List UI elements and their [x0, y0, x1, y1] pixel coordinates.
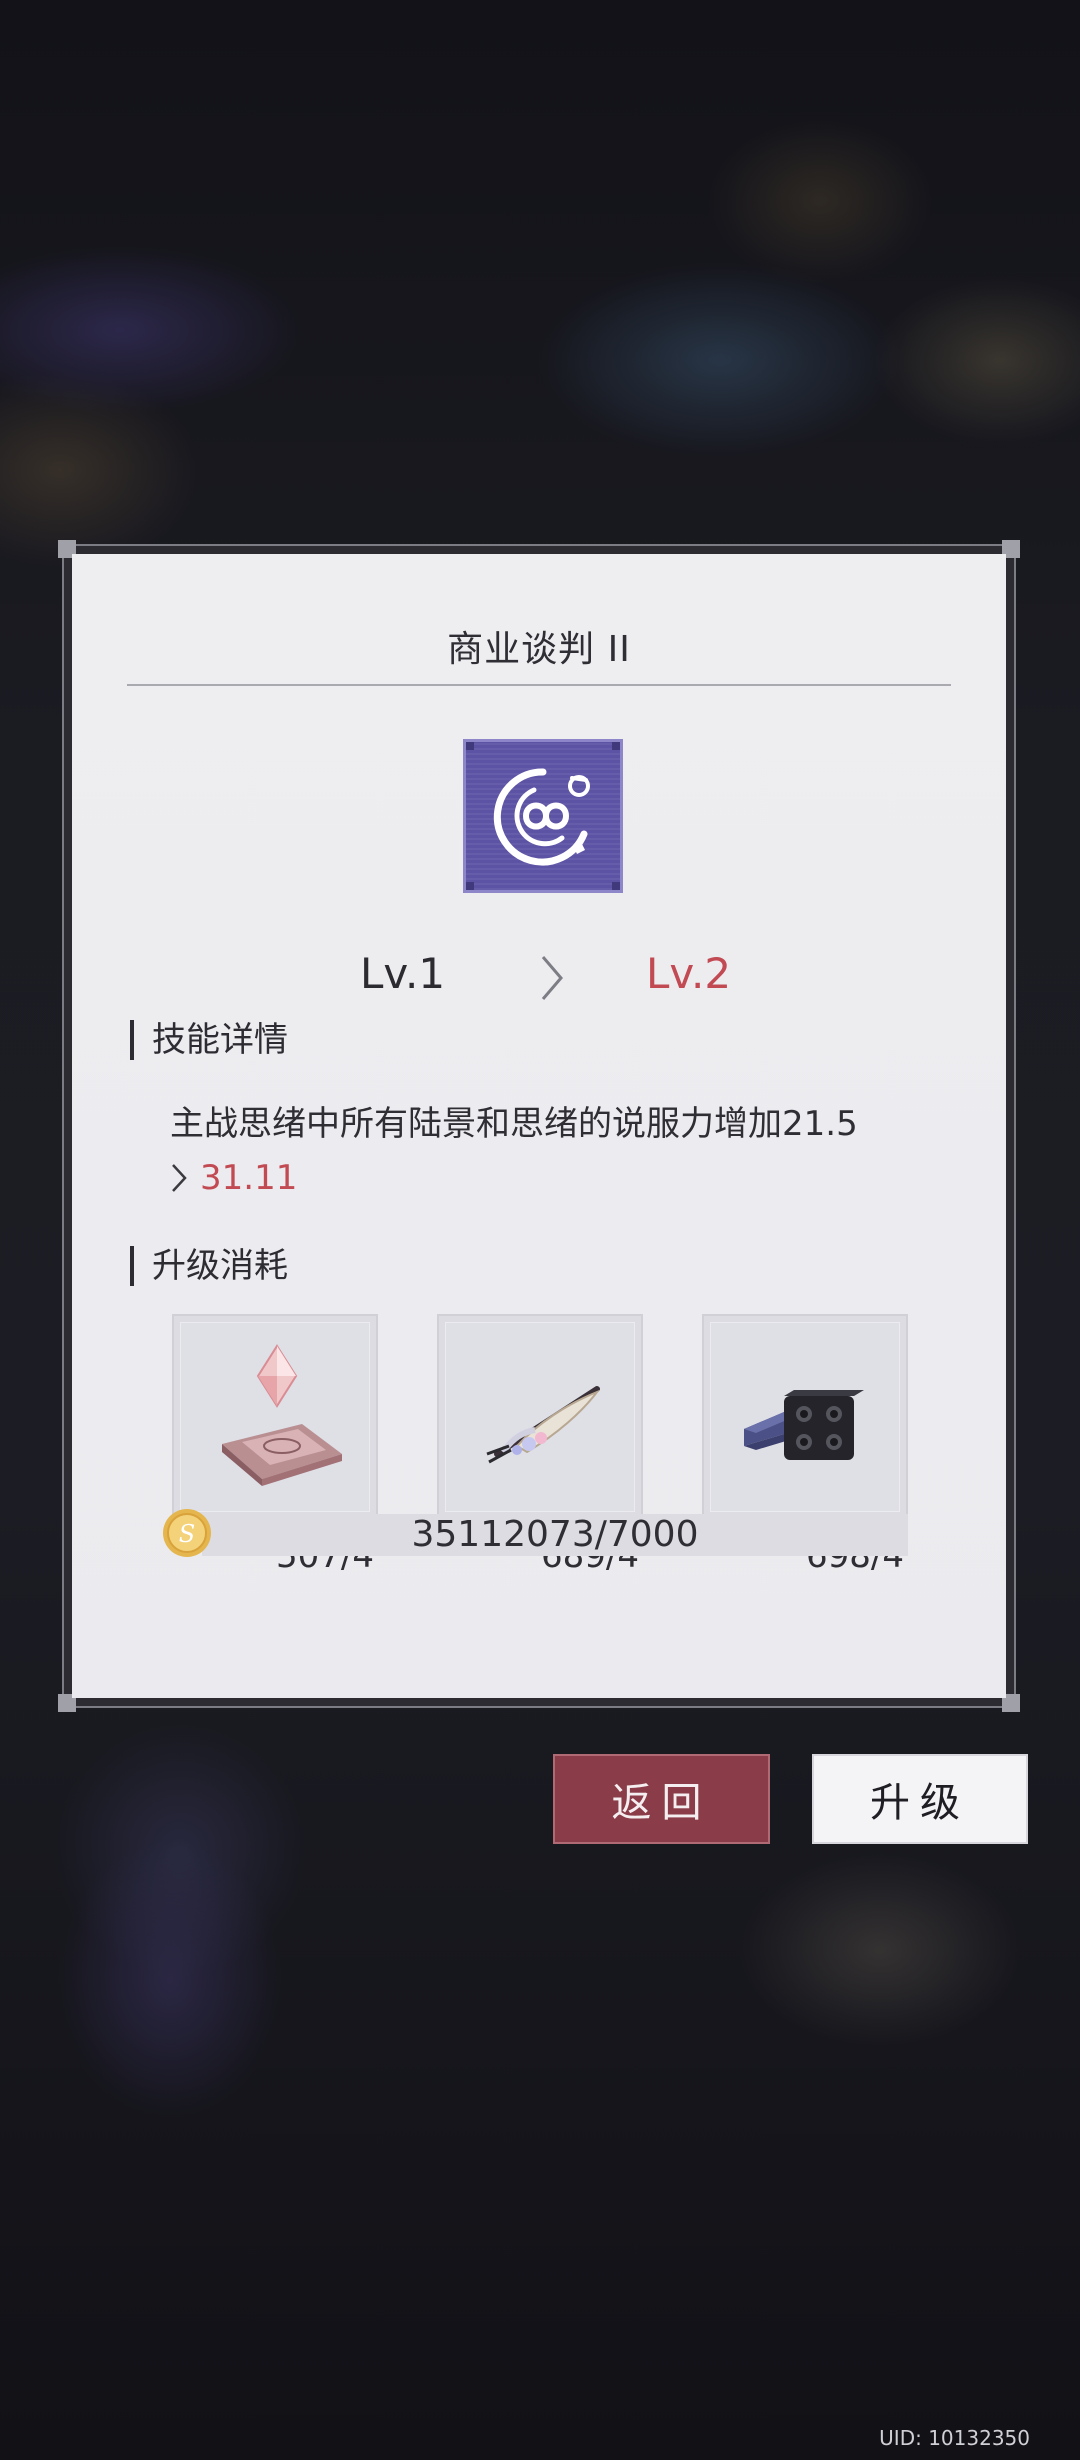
cost-item-block[interactable]	[702, 1314, 908, 1520]
current-level: Lv.1	[360, 949, 446, 998]
level-change-row: Lv.1 Lv.2	[72, 949, 1006, 1009]
chevron-right-icon	[172, 1164, 187, 1192]
icon-corner-dot	[466, 882, 474, 890]
new-value: 31.11	[200, 1158, 298, 1198]
icon-corner-dot	[466, 742, 474, 750]
title-divider	[127, 684, 951, 686]
dialog-body: 商业谈判 II Lv.1 Lv.2 技能详情 主战思绪中所有陆景和思绪的说服力增…	[72, 554, 1006, 1698]
skill-detail-header: 技能详情	[130, 1020, 288, 1060]
crystal-chip-icon	[222, 1344, 342, 1486]
cost-item-crystal[interactable]	[172, 1314, 378, 1520]
description-value-change: 31.11	[170, 1151, 297, 1205]
upgrade-cost-header: 升级消耗	[130, 1246, 288, 1286]
building-block-icon	[744, 1390, 864, 1460]
coin-amount: 35112073/7000	[411, 1514, 699, 1555]
chevron-right-icon	[541, 956, 563, 1000]
infinity-skill-icon	[463, 739, 623, 893]
cost-item-feather[interactable]	[437, 1314, 643, 1520]
svg-text:S: S	[179, 1520, 195, 1548]
back-button[interactable]: 返回	[553, 1754, 770, 1844]
skill-description: 主战思绪中所有陆景和思绪的说服力增加21.5	[170, 1104, 858, 1144]
icon-corner-dot	[612, 742, 620, 750]
upgrade-button[interactable]: 升级	[812, 1754, 1028, 1844]
icon-corner-dot	[612, 882, 620, 890]
skill-upgrade-dialog: 商业谈判 II Lv.1 Lv.2 技能详情 主战思绪中所有陆景和思绪的说服力增…	[58, 540, 1020, 1712]
uid-label: UID: 10132350	[879, 2426, 1030, 2450]
infinity-symbol-icon	[493, 768, 590, 866]
next-level: Lv.2	[646, 949, 732, 998]
feather-quill-icon	[486, 1386, 600, 1464]
dialog-title: 商业谈判 II	[447, 629, 631, 670]
